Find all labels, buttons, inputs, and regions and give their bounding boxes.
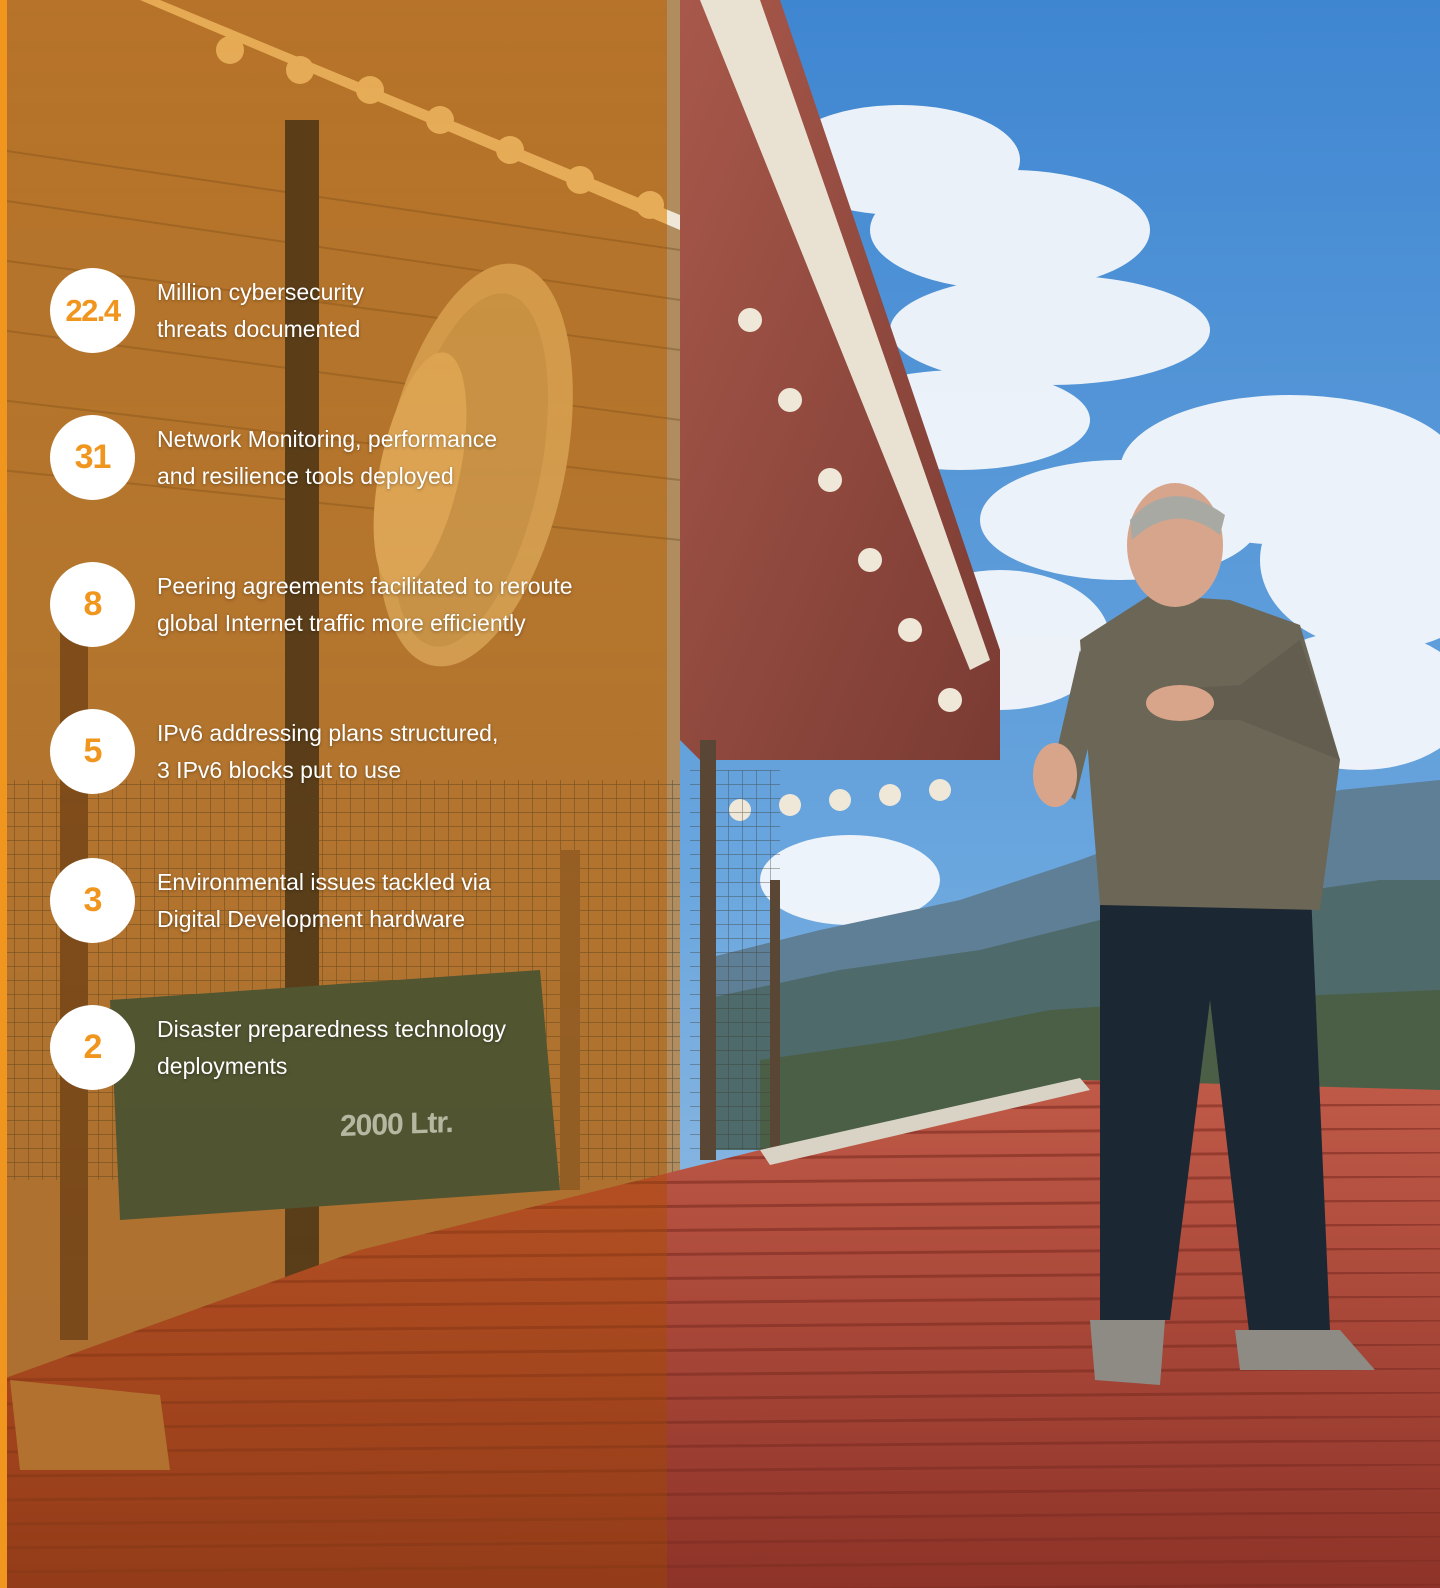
stat-item-3: 8 Peering agreements facilitated to rero… xyxy=(50,562,650,652)
stat-value-circle: 31 xyxy=(50,415,135,500)
stat-item-2: 31 Network Monitoring, performance and r… xyxy=(50,415,650,505)
stat-item-4: 5 IPv6 addressing plans structured, 3 IP… xyxy=(50,709,650,799)
stat-value-circle: 5 xyxy=(50,709,135,794)
stat-value-circle: 22.4 xyxy=(50,268,135,353)
stat-description: IPv6 addressing plans structured, 3 IPv6… xyxy=(157,720,499,783)
stat-description: Disaster preparedness technology deploym… xyxy=(157,1016,507,1079)
stat-description: Network Monitoring, performance and resi… xyxy=(157,426,498,489)
tank-label: 2000 Ltr. xyxy=(340,1106,453,1143)
stat-item-5: 3 Environmental issues tackled via Digit… xyxy=(50,858,650,948)
left-accent-border xyxy=(0,0,7,1588)
stat-item-1: 22.4 Million cybersecurity threats docum… xyxy=(50,268,650,358)
stat-value-circle: 3 xyxy=(50,858,135,943)
stat-description: Peering agreements facilitated to rerout… xyxy=(157,573,573,636)
stat-item-6: 2 Disaster preparedness technology deplo… xyxy=(50,1005,650,1095)
stat-description: Environmental issues tackled via Digital… xyxy=(157,869,491,932)
stat-description: Million cybersecurity threats documented xyxy=(157,279,365,342)
stat-value-circle: 8 xyxy=(50,562,135,647)
stat-value-circle: 2 xyxy=(50,1005,135,1090)
